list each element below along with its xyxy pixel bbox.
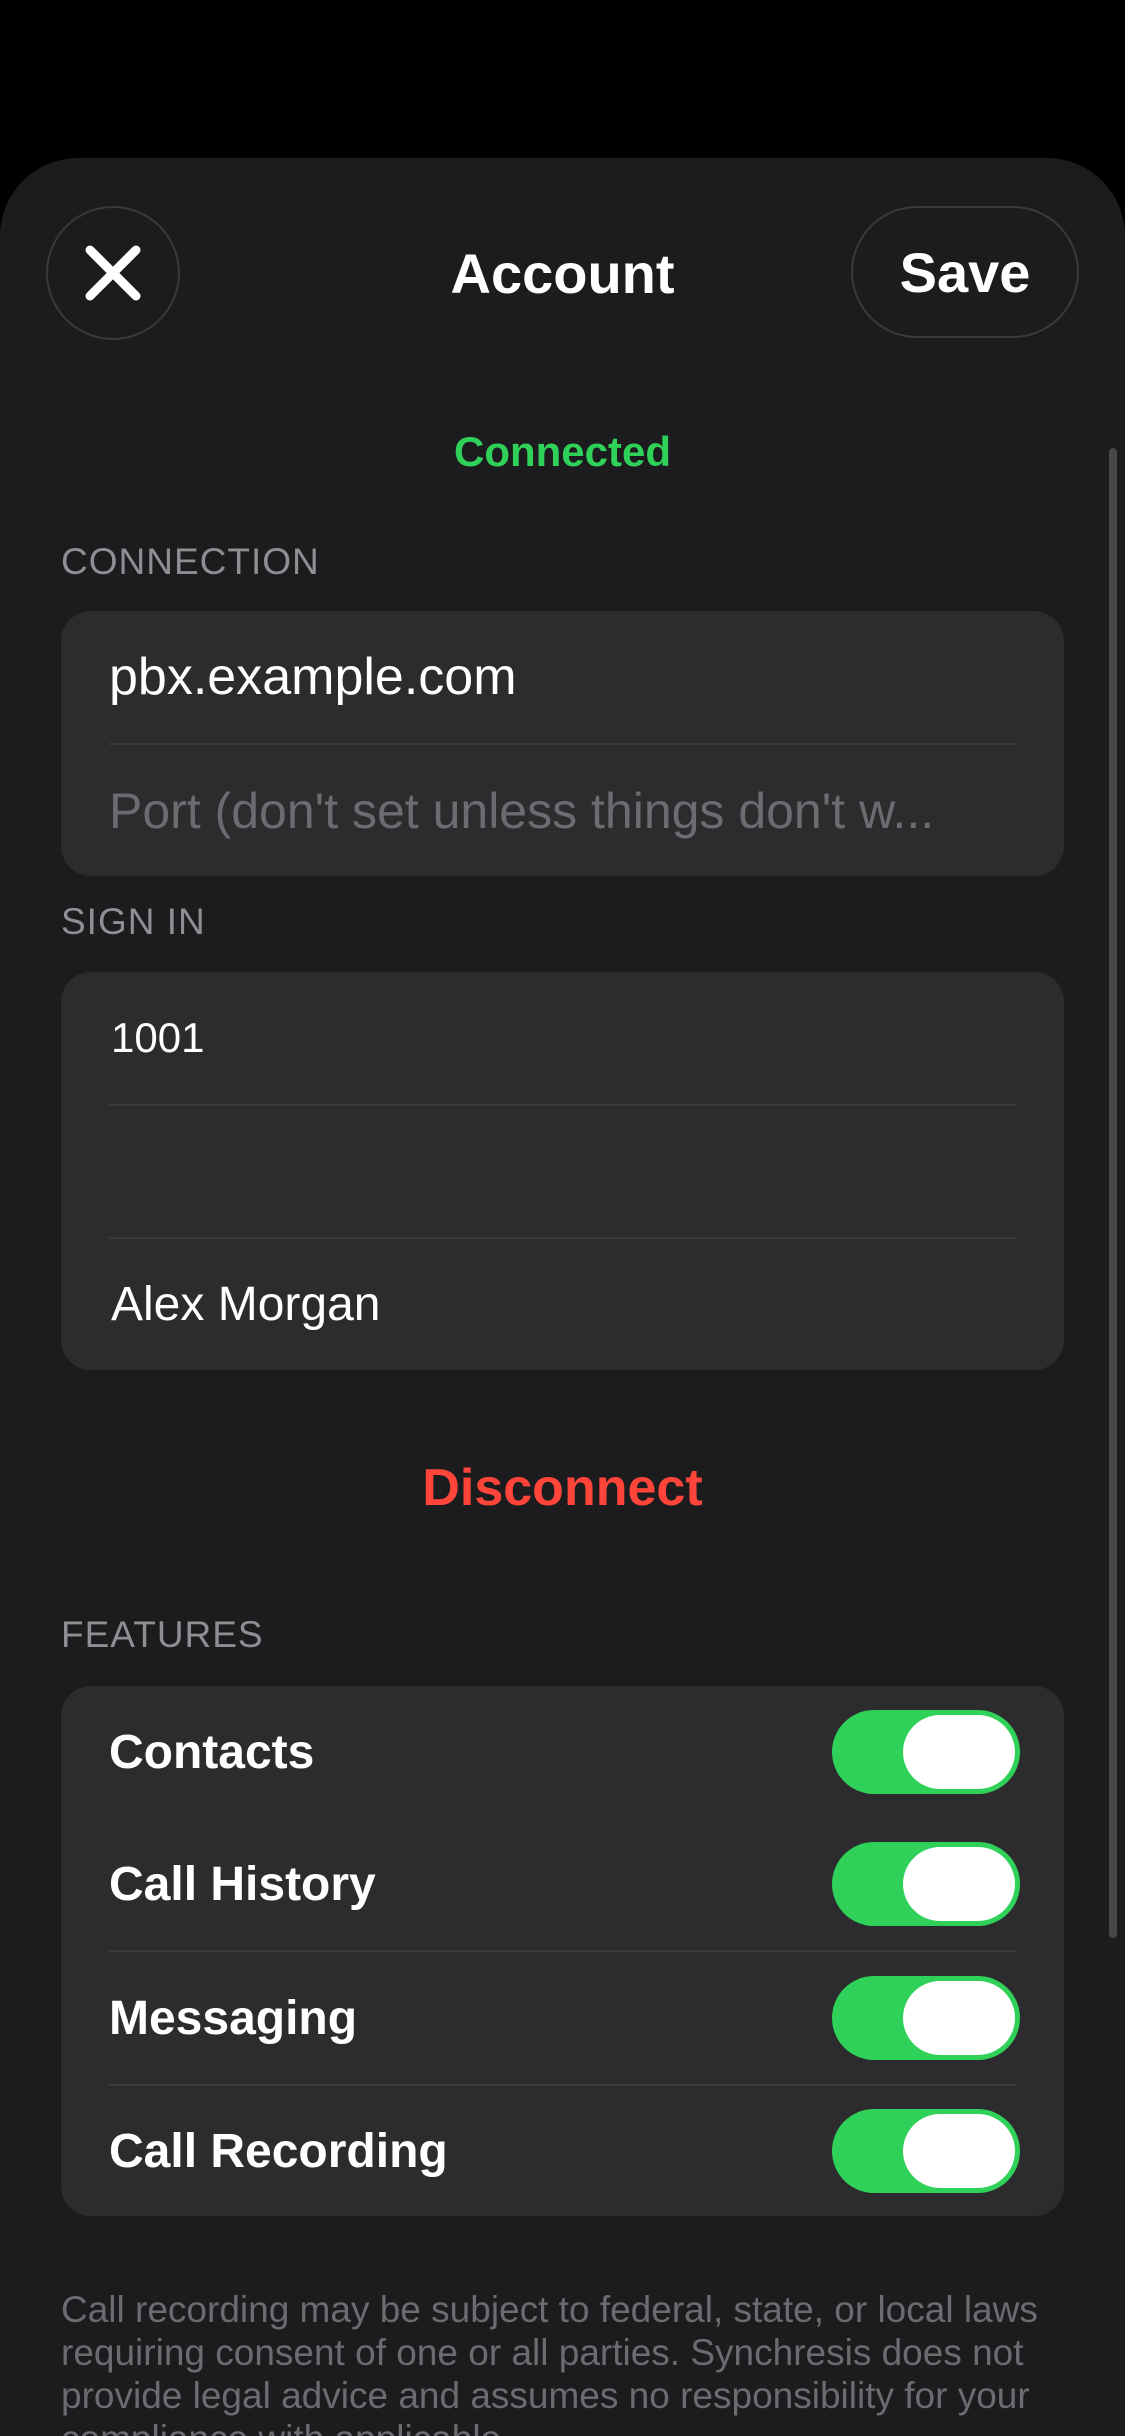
display-name-value: Alex Morgan [111, 1278, 381, 1331]
connection-status: Connected [453, 428, 671, 475]
sign-in-group: 1001 Alex Morgan [61, 972, 1064, 1370]
port-field[interactable]: Port (don't set unless things don't w... [109, 745, 1064, 876]
features-section-header: FEATURES [61, 1614, 264, 1655]
feature-row-messaging: Messaging [109, 1952, 1064, 2084]
server-value: pbx.example.com [109, 648, 517, 706]
username-field[interactable]: 1001 [111, 972, 1064, 1104]
contacts-toggle[interactable] [832, 1710, 1020, 1794]
feature-row-call-recording: Call Recording [109, 2086, 1064, 2216]
features-group: Contacts Call History Messaging Call Rec… [61, 1686, 1064, 2216]
toggle-knob [903, 1715, 1015, 1789]
messaging-toggle[interactable] [832, 1976, 1020, 2060]
username-value: 1001 [111, 1014, 205, 1061]
call-recording-footnote: Call recording may be subject to federal… [61, 2289, 1038, 2436]
toggle-knob [903, 1847, 1015, 1921]
feature-row-call-history: Call History [109, 1818, 1064, 1950]
connection-group: pbx.example.com Port (don't set unless t… [61, 611, 1064, 876]
account-sheet: Account Save Connected CONNECTION pbx.ex… [0, 158, 1125, 2436]
toggle-knob [903, 2114, 1015, 2188]
feature-row-contacts: Contacts [109, 1686, 1064, 1818]
save-button[interactable]: Save [853, 208, 1077, 336]
feature-label: Messaging [109, 1991, 358, 2045]
port-placeholder: Port (don't set unless things don't w... [109, 782, 935, 839]
disconnect-button[interactable]: Disconnect [0, 1458, 1125, 1518]
connection-section-header: CONNECTION [61, 541, 320, 582]
feature-label: Call History [109, 1857, 376, 1911]
feature-label: Contacts [109, 1725, 315, 1779]
feature-label: Call Recording [109, 2124, 448, 2178]
server-field[interactable]: pbx.example.com [109, 611, 1064, 743]
display-name-field[interactable]: Alex Morgan [111, 1239, 1064, 1370]
call-recording-toggle[interactable] [832, 2109, 1020, 2193]
call-history-toggle[interactable] [832, 1842, 1020, 1926]
password-field[interactable] [109, 1106, 1064, 1237]
sign-in-section-header: SIGN IN [61, 901, 206, 942]
scrollbar[interactable] [1109, 448, 1117, 1938]
toggle-knob [903, 1981, 1015, 2055]
